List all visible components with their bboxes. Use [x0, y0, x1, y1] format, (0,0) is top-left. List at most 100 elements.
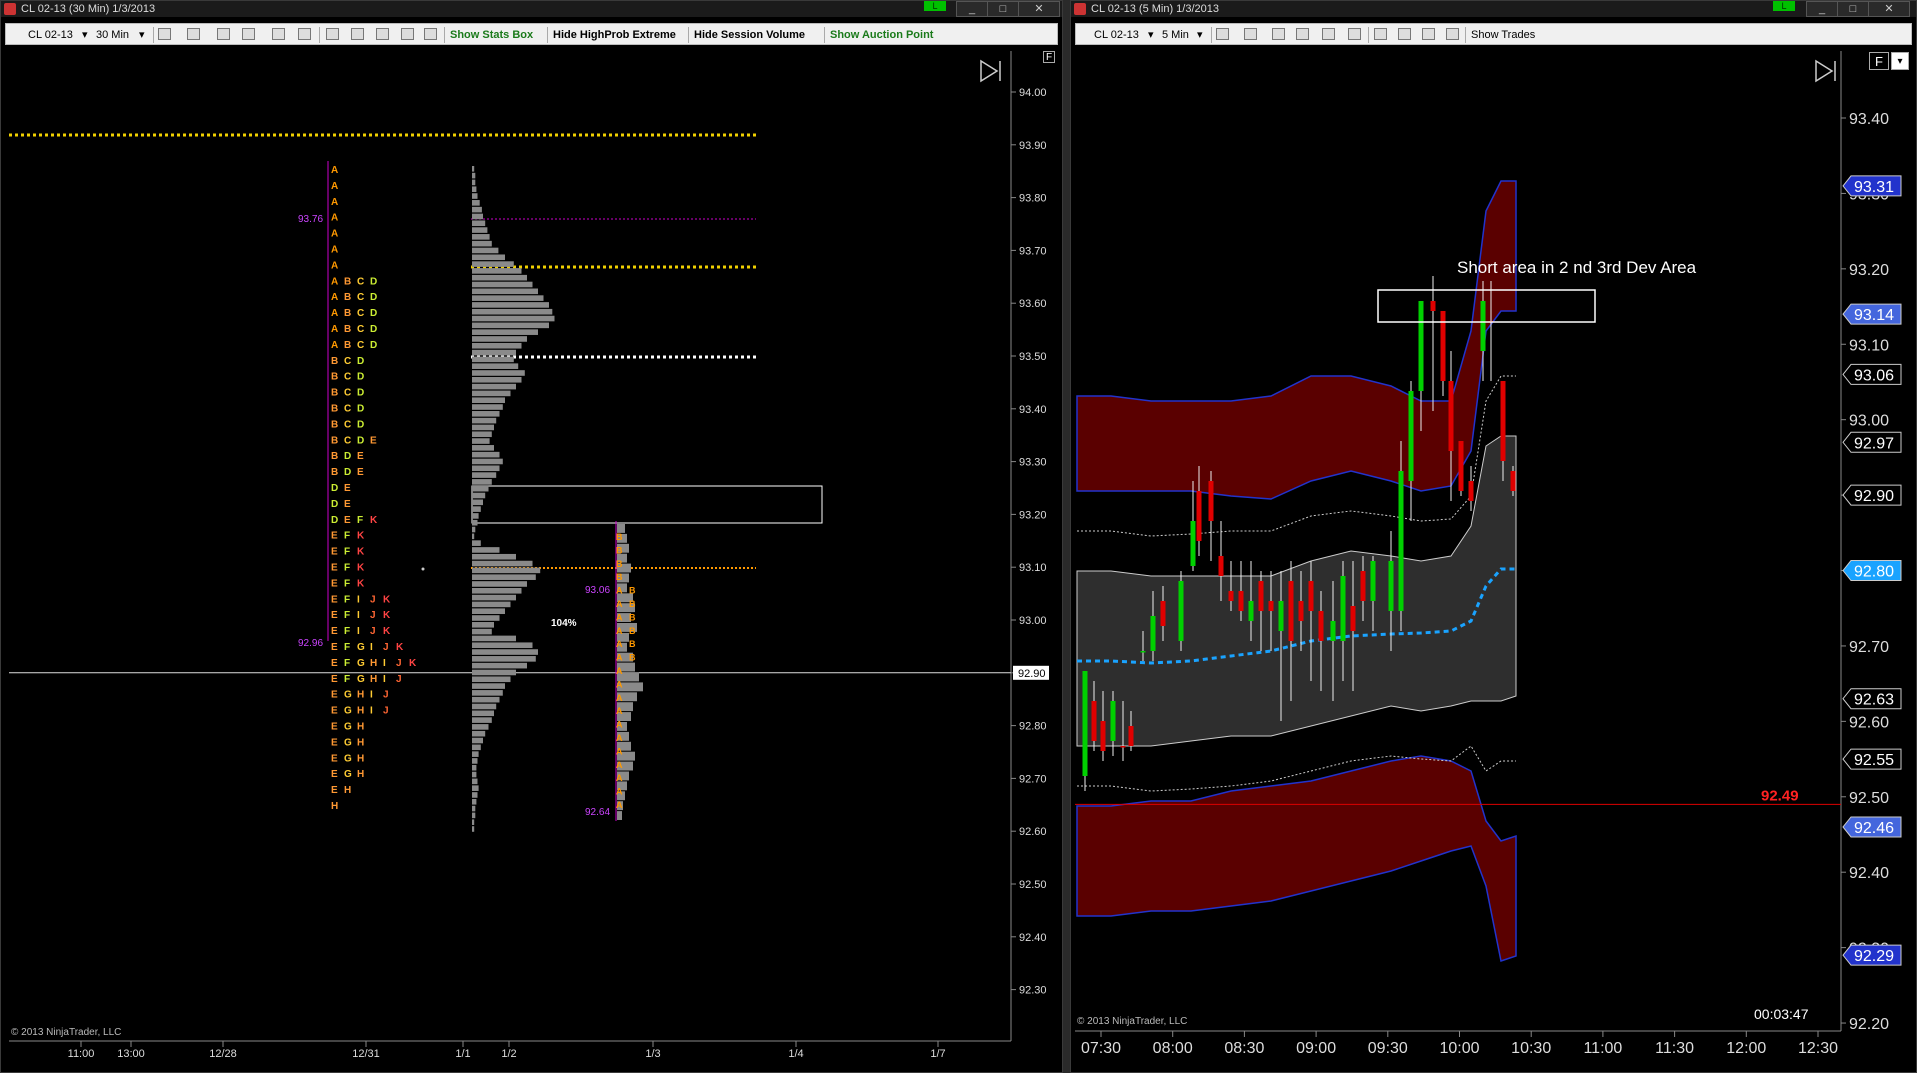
volume-bar: [472, 581, 527, 587]
volume-bar: [472, 649, 538, 655]
tpo-letter: A: [331, 260, 338, 271]
tpo-letter: D: [357, 388, 364, 399]
volume-bar: [472, 717, 492, 723]
tpo-letter: E: [331, 690, 338, 701]
tpo-letter: F: [357, 515, 363, 526]
tpo-letter: G: [344, 753, 352, 764]
volume-bar: [472, 730, 486, 737]
volume-bar: [472, 805, 476, 812]
chart-properties-f-button[interactable]: F: [1869, 52, 1889, 70]
volume-bar: [472, 744, 481, 751]
volume-bar: [472, 696, 500, 703]
right-tpo-letter: B: [629, 612, 636, 622]
tpo-letter: C: [344, 388, 351, 399]
red-level-label: 92.49: [1761, 787, 1799, 804]
tpo-letter: A: [331, 165, 338, 176]
down-candle: [1510, 471, 1516, 491]
tpo-letter: E: [370, 435, 377, 446]
right-chart-panel[interactable]: 93.4093.3093.2093.1093.0092.9092.8092.70…: [1071, 1, 1917, 1073]
scroll-to-end-icon: [1815, 59, 1836, 83]
volume-bar: [472, 642, 533, 649]
tpo-letter: I: [357, 610, 360, 621]
tpo-letter: K: [357, 531, 365, 542]
volume-bar: [472, 417, 497, 424]
tpo-letter: H: [370, 658, 377, 669]
right-tpo-letter: A: [616, 693, 623, 703]
tpo-letter: D: [370, 276, 377, 287]
time-tick-label: 08:00: [1153, 1040, 1193, 1057]
up-candle: [1398, 471, 1404, 611]
volume-bar: [472, 227, 488, 233]
tpo-letter: F: [344, 626, 350, 637]
up-candle: [1388, 561, 1394, 611]
tpo-letter: G: [344, 706, 352, 717]
volume-bar: [472, 628, 492, 635]
down-candle: [1238, 591, 1244, 611]
volume-bar: [472, 547, 500, 553]
volume-bar: [472, 206, 482, 213]
down-candle: [1458, 441, 1464, 491]
volume-bar: [472, 451, 500, 458]
down-candle: [1218, 556, 1224, 576]
volume-bar: [472, 479, 492, 485]
tpo-letter: B: [344, 324, 351, 335]
volume-bar: [472, 601, 511, 608]
down-candle: [1268, 601, 1274, 611]
up-candle: [1370, 561, 1376, 601]
profile-low-label: 92.96: [298, 638, 323, 649]
tpo-letter: K: [383, 626, 391, 637]
tpo-letter: C: [344, 435, 351, 446]
tpo-letter: E: [357, 467, 364, 478]
price-tick-label: 93.20: [1019, 509, 1047, 521]
tpo-letter: D: [331, 499, 338, 510]
right-chart-window: CL 02-13 (5 Min) 1/3/2013 L _ □ ✕ CL 02-…: [1070, 0, 1917, 1073]
tpo-letter: B: [344, 308, 351, 319]
tpo-letter: J: [370, 594, 376, 605]
tpo-letter: B: [344, 340, 351, 351]
tpo-letter: C: [344, 372, 351, 383]
tpo-letter: D: [331, 515, 338, 526]
properties-dropdown-icon[interactable]: ▾: [1891, 52, 1909, 70]
tpo-letter: F: [344, 658, 350, 669]
chart-properties-f-button[interactable]: F: [1043, 51, 1055, 63]
tpo-letter: D: [357, 356, 364, 367]
down-candle: [1288, 581, 1294, 641]
tpo-letter: K: [396, 642, 404, 653]
volume-bar: [472, 676, 511, 683]
tpo-letter: G: [344, 722, 352, 733]
left-chart-panel[interactable]: 94.00 93.90 93.80 93.70 93.60 93.50 93.40 93.30…: [1, 1, 1063, 1073]
right-tpo-letter: A: [616, 773, 623, 783]
volume-bar: [472, 363, 519, 369]
volume-bar: [472, 635, 516, 642]
down-candle: [1196, 491, 1202, 541]
right-tpo-letter: A: [616, 666, 623, 676]
volume-bar: [472, 431, 492, 438]
volume-bar: [472, 200, 480, 206]
tpo-letter: H: [331, 801, 338, 812]
right-tpo-letter: A: [616, 746, 623, 756]
tpo-letter: H: [357, 753, 364, 764]
volume-bar: [472, 472, 497, 478]
tpo-letter: H: [370, 674, 377, 685]
tpo-letter: D: [357, 372, 364, 383]
up-candle: [1248, 601, 1254, 621]
down-candle: [1100, 721, 1106, 751]
tpo-letter: G: [357, 642, 365, 653]
price-tick-label: 92.50: [1019, 879, 1047, 891]
volume-bar: [472, 179, 476, 186]
tpo-letter: E: [344, 499, 351, 510]
right-volume-bar: [617, 811, 622, 820]
volume-bar: [472, 778, 478, 785]
down-candle: [1208, 481, 1214, 521]
down-candle: [1120, 746, 1126, 748]
tpo-letter: E: [331, 642, 338, 653]
up-candle: [1140, 651, 1146, 653]
tpo-letter: K: [409, 658, 417, 669]
tpo-letter: I: [383, 674, 386, 685]
tpo-letter: D: [357, 435, 364, 446]
volume-bar: [472, 553, 516, 560]
right-tpo-letter: B: [629, 626, 636, 636]
volume-bar: [472, 662, 527, 669]
time-tick-label: 1/4: [788, 1048, 803, 1060]
volume-bar: [472, 560, 533, 567]
